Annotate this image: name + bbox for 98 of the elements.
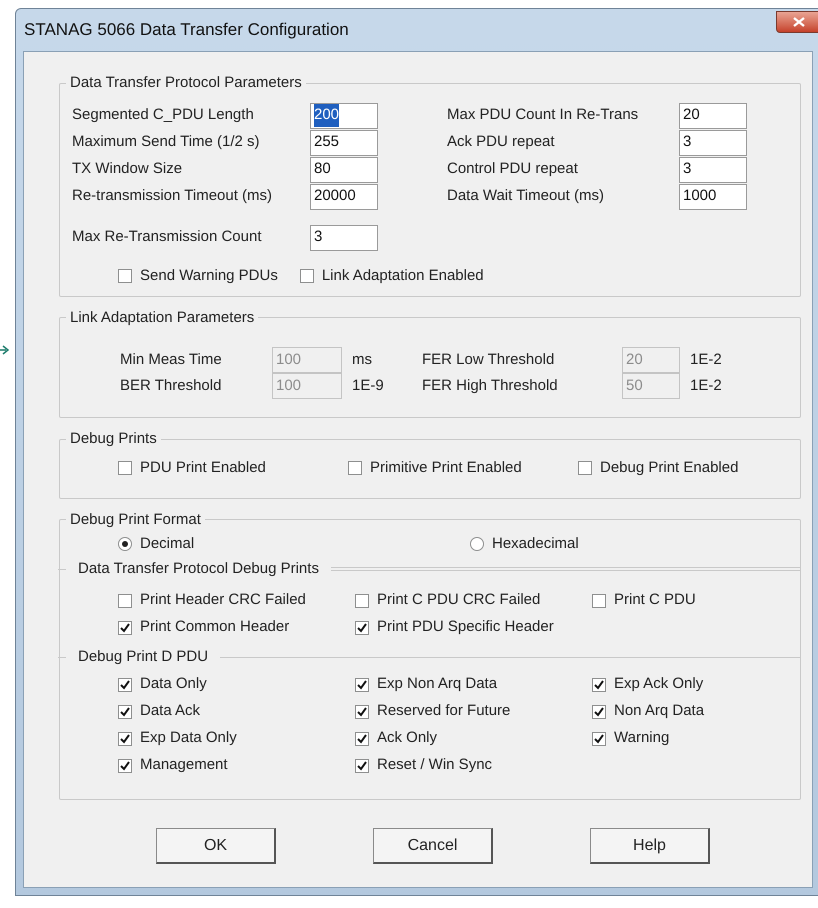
group-title: Data Transfer Protocol Parameters xyxy=(69,73,303,93)
checkbox-label: Debug Print Enabled xyxy=(600,458,738,478)
checkbox[interactable] xyxy=(592,704,606,718)
field-label: Max PDU Count In Re-Trans xyxy=(447,105,640,126)
field-label: Data Wait Timeout (ms) xyxy=(447,186,605,206)
field-label: Min Meas Time xyxy=(119,350,223,370)
check-icon xyxy=(594,680,604,690)
checkbox[interactable] xyxy=(118,461,132,475)
check-icon xyxy=(357,734,367,744)
checkbox-label: Print C PDU CRC Failed xyxy=(377,590,540,610)
checkbox-label: Ack Only xyxy=(377,728,438,748)
checkbox-label: Data Ack xyxy=(140,701,200,722)
checkbox[interactable] xyxy=(592,678,606,692)
checkbox[interactable] xyxy=(118,269,132,283)
check-icon xyxy=(357,706,367,716)
radio-label: Decimal xyxy=(140,534,194,554)
input-field[interactable]: 1000 xyxy=(679,184,747,210)
checkbox-label: Print PDU Specific Header xyxy=(377,617,554,638)
input-field[interactable]: 80 xyxy=(310,156,378,182)
window-title: STANAG 5066 Data Transfer Configuration xyxy=(24,19,349,42)
checkbox-label: Data Only xyxy=(140,674,207,694)
checkbox[interactable] xyxy=(355,620,369,634)
check-icon xyxy=(594,706,604,716)
checkbox[interactable] xyxy=(355,704,369,718)
checkbox-label: Exp Data Only xyxy=(140,728,237,748)
field-label: TX Window Size xyxy=(72,159,184,180)
checkbox[interactable] xyxy=(592,732,606,746)
checkbox[interactable] xyxy=(355,678,369,692)
unit-label: 1E-2 xyxy=(690,376,722,396)
checkbox-label: Link Adaptation Enabled xyxy=(322,266,484,286)
input-field[interactable]: 200 xyxy=(310,102,378,128)
input-field[interactable]: 3 xyxy=(679,130,747,156)
checkbox[interactable] xyxy=(300,269,314,283)
close-button[interactable] xyxy=(776,11,818,33)
field-label: Max Re-Transmission Count xyxy=(72,227,262,248)
group-title: Debug Print D PDU xyxy=(78,646,208,667)
checkbox-label: Warning xyxy=(614,728,670,748)
radio-label: Hexadecimal xyxy=(492,534,579,554)
check-icon xyxy=(357,680,367,690)
checkbox[interactable] xyxy=(118,704,132,718)
checkbox[interactable] xyxy=(355,594,369,608)
checkbox[interactable] xyxy=(578,461,592,475)
input-field[interactable]: 255 xyxy=(310,130,378,156)
check-icon xyxy=(357,622,367,632)
checkbox-label: Print C PDU xyxy=(614,590,696,610)
checkbox-label: Primitive Print Enabled xyxy=(370,458,522,478)
field-label: Maximum Send Time (1/2 s) xyxy=(72,132,261,152)
field-label: BER Threshold xyxy=(119,376,222,396)
input-field[interactable]: 20000 xyxy=(310,184,378,210)
checkbox-label: Exp Ack Only xyxy=(614,674,704,694)
check-icon xyxy=(120,680,130,690)
checkbox[interactable] xyxy=(348,461,362,475)
check-icon xyxy=(357,760,367,770)
radio-button[interactable] xyxy=(118,537,132,551)
check-icon xyxy=(120,734,130,744)
field-label: Control PDU repeat xyxy=(447,159,579,180)
dialog-button[interactable]: OK xyxy=(156,828,276,864)
input-field[interactable]: 3 xyxy=(310,224,378,250)
group-title: Debug Print Format xyxy=(69,510,202,530)
checkbox[interactable] xyxy=(118,678,132,692)
group-title: Link Adaptation Parameters xyxy=(69,308,256,328)
field-label: FER High Threshold xyxy=(422,376,559,396)
checkbox[interactable] xyxy=(592,594,606,608)
field-label: Segmented C_PDU Length xyxy=(72,105,255,126)
close-icon xyxy=(793,17,805,27)
checkbox[interactable] xyxy=(118,732,132,746)
check-icon xyxy=(120,760,130,770)
checkbox-label: Exp Non Arq Data xyxy=(377,674,498,694)
checkbox-label: Management xyxy=(140,755,228,776)
dialog-button[interactable]: Help xyxy=(590,828,710,864)
field-label: Ack PDU repeat xyxy=(447,132,556,152)
checkbox-label: Reset / Win Sync xyxy=(377,755,492,776)
check-icon xyxy=(594,734,604,744)
checkbox-label: Non Arq Data xyxy=(614,701,704,722)
checkbox-label: Reserved for Future xyxy=(377,701,510,722)
radio-button[interactable] xyxy=(470,537,484,551)
arrow-icon xyxy=(0,344,10,356)
field-label: FER Low Threshold xyxy=(422,350,556,370)
input-field[interactable]: 3 xyxy=(679,156,747,182)
checkbox-label: PDU Print Enabled xyxy=(140,458,266,478)
checkbox[interactable] xyxy=(355,758,369,772)
checkbox[interactable] xyxy=(355,732,369,746)
unit-label: 1E-9 xyxy=(352,376,385,396)
checkbox[interactable] xyxy=(118,594,132,608)
dialog-button[interactable]: Cancel xyxy=(373,828,493,864)
checkbox-label: Send Warning PDUs xyxy=(140,266,278,286)
checkbox-label: Print Common Header xyxy=(140,617,290,638)
group-title: Data Transfer Protocol Debug Prints xyxy=(78,558,319,579)
unit-label: 1E-2 xyxy=(690,350,722,370)
group-title: Debug Prints xyxy=(69,429,158,449)
checkbox-label: Print Header CRC Failed xyxy=(140,590,306,610)
unit-label: ms xyxy=(352,350,373,370)
check-icon xyxy=(120,622,130,632)
input-field[interactable]: 20 xyxy=(679,102,747,128)
checkbox[interactable] xyxy=(118,620,132,634)
checkbox[interactable] xyxy=(118,758,132,772)
field-label: Re-transmission Timeout (ms) xyxy=(72,186,274,206)
check-icon xyxy=(120,706,130,716)
